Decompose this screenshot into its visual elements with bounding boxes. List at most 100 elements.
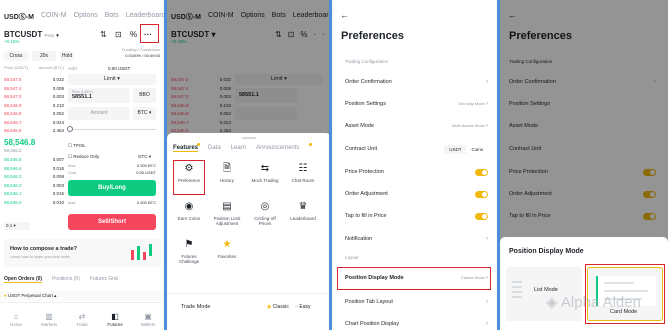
contract-unit-toggle[interactable]: USDT Coins — [444, 144, 488, 154]
order-type-select[interactable]: Limit ▾ — [235, 74, 323, 85]
tab-positions[interactable]: Positions (0) — [52, 276, 80, 283]
price-input[interactable]: Price (USDT) 58551.1 — [68, 88, 130, 103]
trade-mode-easy[interactable]: ○ Easy — [295, 304, 311, 310]
orderbook-row[interactable]: 58,547.0 0.003 — [171, 93, 231, 102]
tab-bots[interactable]: Bots — [105, 12, 119, 22]
orderbook-row[interactable]: 58,546.6 2.453 — [4, 127, 64, 136]
bbo-button[interactable]: BBO — [133, 88, 156, 103]
trade-mode-classic[interactable]: ◉ Classic — [267, 304, 289, 310]
order-adjustment-toggle[interactable] — [643, 190, 656, 198]
orderbook-row[interactable]: 58,547.0 0.003 — [4, 93, 64, 102]
amount-input[interactable] — [235, 107, 297, 120]
orderbook-row[interactable]: 58,546.5 0.007 — [4, 156, 64, 165]
tab-usdm[interactable]: USDⓈ-M — [4, 12, 34, 22]
tap-fill-toggle[interactable] — [643, 212, 656, 220]
nav-wallets[interactable]: ▣ Wallets — [132, 312, 164, 327]
amount-slider-track[interactable] — [68, 129, 156, 130]
orderbook-row[interactable]: 58,546.8 0.052 — [171, 110, 231, 119]
back-arrow-icon[interactable]: ← — [508, 10, 517, 20]
buy-long-button[interactable]: Buy/Long — [68, 180, 156, 196]
tab-data[interactable]: Data — [208, 145, 221, 152]
orderbook-row[interactable]: 58,546.1 0.015 — [4, 190, 64, 199]
percent-icon[interactable]: % — [130, 30, 137, 39]
tab-learn[interactable]: Learn — [231, 145, 246, 152]
orderbook-row[interactable]: 58,546.2 0.003 — [4, 182, 64, 191]
symbol-selector[interactable]: BTCUSDT Perp ▾ — [4, 30, 59, 39]
orderbook-row[interactable]: 58,546.9 0.210 — [4, 102, 64, 111]
tif-select[interactable]: GTC ▾ — [138, 154, 151, 160]
reduce-only-checkbox[interactable]: ☐ Reduce Only — [68, 154, 99, 160]
feature-earn-coins[interactable]: ◉ Earn Coins — [173, 201, 205, 221]
pref-order-confirmation[interactable]: Order Confirmation › — [332, 76, 498, 88]
symbol-selector[interactable]: BTCUSDT ▾ — [171, 30, 215, 39]
orderbook-row[interactable]: 58,546.7 0.024 — [171, 119, 231, 128]
feature-mock-trading[interactable]: ⇆ Mock Trading — [249, 163, 281, 183]
sell-short-button[interactable]: Sell/Short — [68, 214, 156, 230]
nav-markets[interactable]: ▥ Markets — [33, 312, 65, 327]
pref-position-tab-layout[interactable]: Position Tab Layout › — [332, 296, 498, 308]
unit-coins[interactable]: Coins — [466, 144, 488, 154]
orderbook-row[interactable]: 58,547.5 0.032 — [4, 76, 64, 85]
amount-slider-handle[interactable] — [65, 124, 75, 134]
tab-coinm[interactable]: COIN-M — [208, 12, 234, 22]
tab-leaderboard[interactable]: Leaderboard — [126, 12, 165, 22]
nav-futures[interactable]: ◧ Futures — [99, 312, 131, 327]
feature-position-limit-adjustment[interactable]: ▤ Position Limit Adjustment — [211, 201, 243, 226]
nav-home[interactable]: ⌂ Home — [0, 312, 32, 327]
pref-notification[interactable]: Notification › — [332, 233, 498, 245]
orderbook-row[interactable]: 58,546.4 0.018 — [4, 165, 64, 174]
orderbook-row[interactable]: 58,547.5 0.032 — [171, 76, 231, 85]
feature-leaderboard[interactable]: ♛ Leaderboard — [287, 201, 319, 221]
pref-asset-mode[interactable]: Asset Mode — [500, 120, 666, 132]
order-type-select[interactable]: Limit ▾ — [68, 74, 156, 85]
orderbook-row[interactable]: 58,546.3 0.008 — [4, 173, 64, 182]
feature-favorites[interactable]: ★ Favorites — [211, 239, 243, 259]
feature-circling-off-prices[interactable]: ◎ Circling-off Prices — [249, 201, 281, 226]
pref-contract-unit[interactable]: Contract Unit — [500, 143, 666, 155]
orderbook-row[interactable]: 58,546.7 0.024 — [4, 119, 64, 128]
feature-history[interactable]: 🗎 History — [211, 163, 243, 183]
tab-options[interactable]: Options — [241, 12, 265, 22]
candlestick-icon[interactable]: ⇅ — [100, 30, 107, 39]
tab-futures-grid[interactable]: Futures Grid — [90, 276, 118, 283]
pref-order-confirmation[interactable]: Order Confirmation › — [500, 76, 666, 88]
margin-mode-button[interactable]: Cross — [4, 51, 28, 61]
orderbook-row[interactable]: 58,546.9 0.210 — [171, 102, 231, 111]
position-mode-button[interactable]: Hold — [60, 51, 74, 61]
unit-usdt[interactable]: USDT — [444, 145, 466, 154]
promo-banner[interactable]: How to compose a trade? Learn how to ope… — [4, 239, 161, 267]
tab-usdm[interactable]: USDⓈ-M — [171, 12, 201, 22]
tpsl-checkbox[interactable]: ☐ TP/SL — [68, 143, 86, 149]
tap-fill-toggle[interactable] — [475, 212, 488, 220]
nav-trade[interactable]: ⇄ Trade — [66, 312, 98, 327]
tab-coinm[interactable]: COIN-M — [41, 12, 67, 22]
feature-chat-room[interactable]: ☷ Chat Room — [287, 163, 319, 183]
pref-asset-mode[interactable]: Asset Mode Multi-Assets Mode › — [332, 120, 498, 132]
amount-input[interactable]: Amount — [68, 107, 130, 120]
feature-futures-challenge[interactable]: ⚑ Futures Challenge — [173, 239, 205, 264]
tab-bots[interactable]: Bots — [272, 12, 286, 22]
price-input[interactable]: 58551.1 — [235, 88, 297, 103]
pref-position-settings[interactable]: Position Settings — [500, 98, 666, 110]
orderbook-row[interactable]: 58,547.4 0.008 — [171, 85, 231, 94]
pref-position-settings[interactable]: Position Settings One-way Mode › — [332, 98, 498, 110]
sheet-handle[interactable] — [242, 137, 256, 139]
book-step-select[interactable]: 0.1 ▾ — [4, 222, 30, 230]
price-protection-toggle[interactable] — [643, 168, 656, 176]
orderbook-row[interactable]: 58,546.8 0.052 — [4, 110, 64, 119]
tab-open-orders[interactable]: Open Orders (0) — [4, 276, 43, 283]
orderbook-row[interactable]: 58,547.4 0.008 — [4, 85, 64, 94]
perp-chart-bar[interactable]: ● USDT Perpetual Chart ▴ — [0, 291, 165, 301]
back-arrow-icon[interactable]: ← — [340, 10, 349, 20]
orderbook-row[interactable]: 58,546.0 0.010 — [4, 199, 64, 208]
tab-leaderboard[interactable]: Leaderboard — [293, 12, 331, 22]
tab-announcements[interactable]: Announcements — [256, 145, 299, 152]
price-protection-toggle[interactable] — [475, 168, 488, 176]
amount-unit-select[interactable]: BTC ▾ — [133, 107, 156, 120]
tab-features[interactable]: Features — [173, 145, 199, 152]
order-adjustment-toggle[interactable] — [475, 190, 488, 198]
pref-bottom-item[interactable]: Chart Position Display › — [332, 318, 498, 330]
tab-options[interactable]: Options — [74, 12, 98, 22]
calculator-icon[interactable]: ⊡ — [115, 30, 122, 39]
leverage-button[interactable]: 20x — [32, 51, 56, 61]
